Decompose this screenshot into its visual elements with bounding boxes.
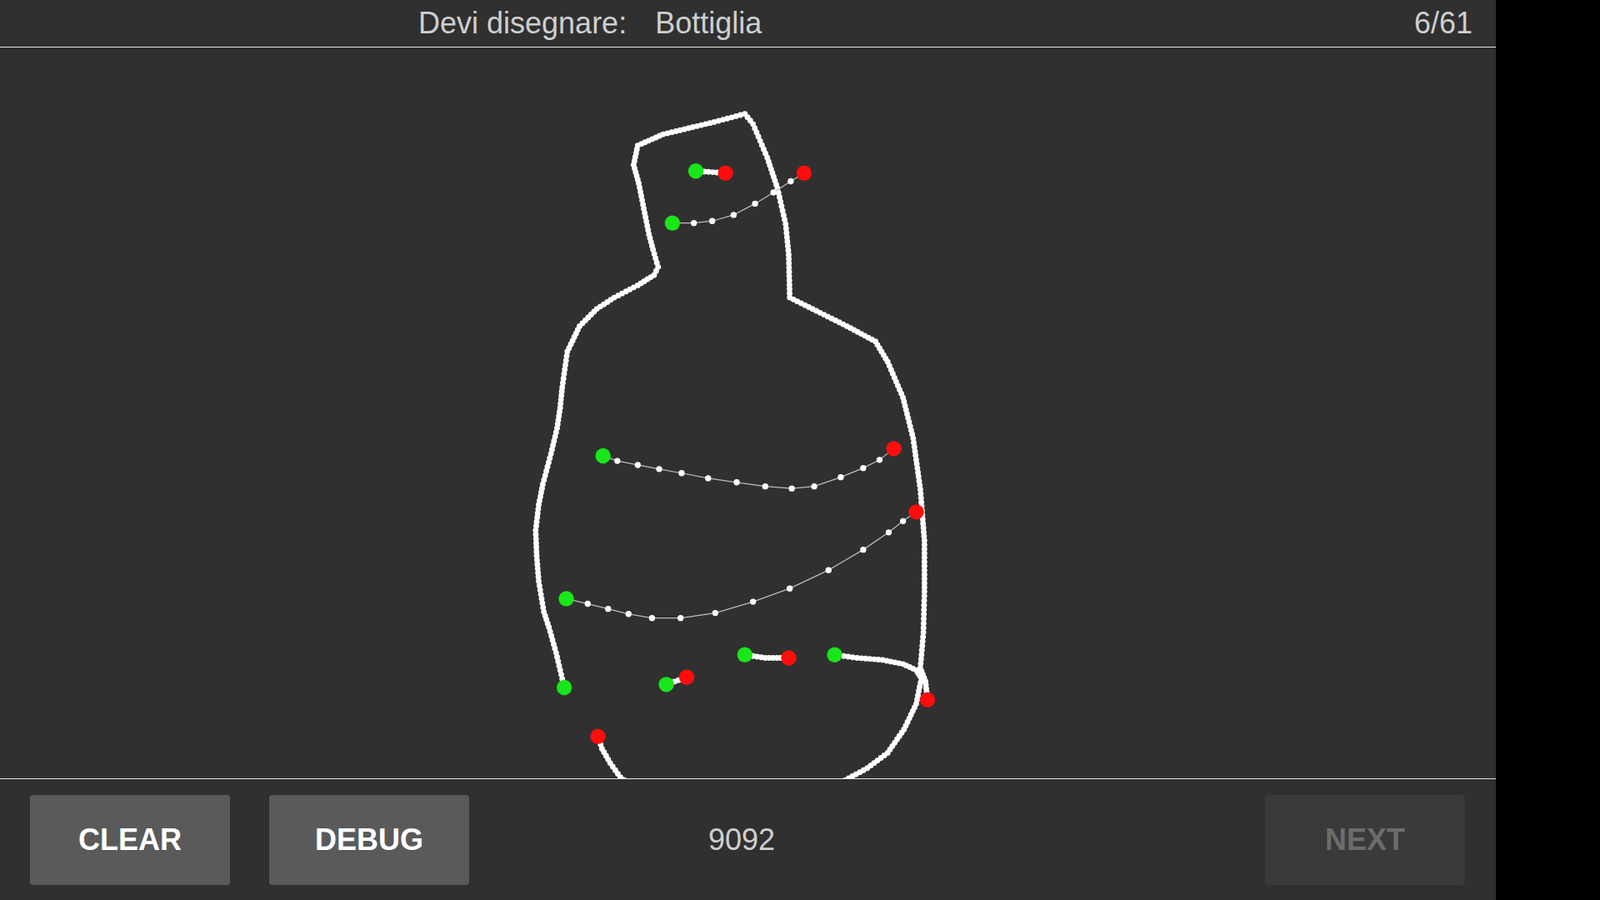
stroke-end-marker bbox=[780, 650, 796, 665]
stroke bbox=[658, 670, 695, 693]
stroke-dot bbox=[876, 456, 883, 463]
stroke-start-marker bbox=[595, 448, 610, 464]
stroke-dot bbox=[605, 605, 611, 612]
stroke-dot bbox=[614, 457, 620, 464]
stroke-dot bbox=[860, 465, 866, 471]
stroke-start-marker bbox=[558, 590, 574, 606]
stroke-dot bbox=[860, 546, 866, 553]
stroke-line bbox=[535, 114, 928, 700]
score: 9092 bbox=[708, 822, 775, 858]
stroke bbox=[665, 165, 812, 230]
stroke-dot bbox=[655, 465, 662, 472]
stroke-end-marker bbox=[590, 729, 605, 745]
stroke bbox=[532, 110, 935, 708]
debug-button[interactable]: DEBUG bbox=[269, 795, 470, 885]
stroke bbox=[688, 163, 734, 181]
stroke-line bbox=[826, 655, 922, 779]
stroke-line bbox=[603, 448, 895, 489]
stroke-dot bbox=[712, 610, 719, 616]
header: Devi disegnare: Bottiglia 6/61 bbox=[0, 0, 1496, 48]
stroke-dot bbox=[730, 211, 737, 218]
stroke-end-marker bbox=[885, 440, 901, 456]
stroke-dot bbox=[625, 610, 632, 617]
stroke-dot bbox=[787, 178, 794, 185]
stroke-end-marker bbox=[679, 670, 695, 685]
stroke-dot bbox=[837, 474, 844, 480]
stroke-dot bbox=[635, 461, 641, 468]
drawing-screen: Devi disegnare: Bottiglia 6/61 CLEAR DEBUG 90… bbox=[0, 0, 1496, 900]
next-button[interactable]: NEXT bbox=[1265, 795, 1465, 885]
stroke-dot bbox=[678, 470, 685, 476]
stroke-dot bbox=[788, 485, 795, 491]
stroke-dot bbox=[786, 585, 793, 592]
stroke-line bbox=[672, 173, 805, 224]
stroke-end-marker bbox=[908, 504, 924, 520]
stroke-dot bbox=[825, 566, 832, 573]
stroke-dot bbox=[649, 615, 655, 621]
stroke-dot bbox=[770, 189, 776, 195]
drawing-canvas[interactable] bbox=[0, 47, 1496, 779]
stroke bbox=[590, 729, 640, 779]
sketch[interactable] bbox=[0, 47, 1496, 779]
stroke-dot bbox=[750, 598, 756, 605]
stroke-end-marker bbox=[796, 165, 812, 180]
stroke-line bbox=[598, 736, 639, 779]
toolbar: CLEAR DEBUG 9092 NEXT bbox=[0, 778, 1496, 900]
stroke-dot bbox=[677, 615, 684, 621]
stroke-start-marker bbox=[665, 215, 680, 230]
stroke-dot bbox=[751, 200, 758, 207]
stroke-start-marker bbox=[658, 676, 674, 692]
stroke-dot bbox=[900, 518, 906, 525]
clear-button[interactable]: CLEAR bbox=[30, 795, 230, 885]
stroke-end-marker bbox=[717, 165, 733, 180]
stroke-dot bbox=[885, 529, 892, 535]
stroke-start-marker bbox=[688, 163, 704, 179]
stroke bbox=[823, 647, 925, 779]
stroke-start-marker bbox=[737, 647, 753, 663]
prompt-label: Devi disegnare: bbox=[418, 5, 627, 41]
stroke-dot bbox=[705, 475, 711, 481]
stroke-dot bbox=[733, 479, 740, 485]
stroke-start-marker bbox=[826, 647, 842, 663]
stroke-line bbox=[566, 511, 917, 618]
stroke-dot bbox=[585, 600, 591, 607]
stroke-start-marker bbox=[556, 680, 572, 695]
stroke bbox=[737, 647, 797, 666]
stroke bbox=[558, 504, 924, 621]
stroke-dot bbox=[690, 220, 697, 226]
progress-counter: 6/61 bbox=[1414, 5, 1473, 41]
stroke-end-marker bbox=[920, 691, 935, 707]
stroke-dot bbox=[810, 483, 817, 490]
stroke-dot bbox=[709, 218, 715, 225]
prompt-word: Bottiglia bbox=[655, 5, 762, 41]
stroke bbox=[595, 440, 901, 492]
stroke-dot bbox=[762, 483, 769, 490]
